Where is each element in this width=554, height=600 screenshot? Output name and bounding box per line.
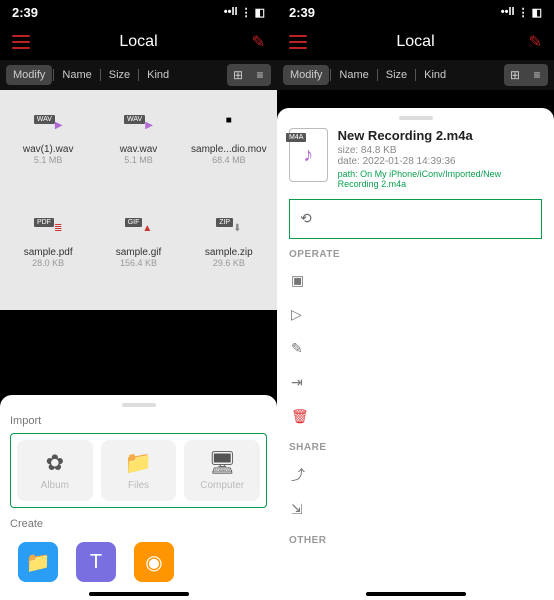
action-move[interactable]: ⇥	[289, 366, 542, 400]
sheet-grabber[interactable]	[122, 403, 156, 407]
file-item[interactable]: GIF▲sample.gif156.4 KB	[96, 203, 180, 300]
edit-icon[interactable]: ✎	[529, 32, 542, 52]
view-toggle[interactable]: ⊞ ≡	[504, 64, 548, 86]
create-text-button[interactable]: T	[76, 542, 116, 582]
view-toggle[interactable]: ⊞ ≡	[227, 64, 271, 86]
action-video[interactable]: ▷	[289, 298, 542, 332]
create-camera-button[interactable]: ◉	[134, 542, 174, 582]
import-label: Import	[10, 415, 267, 427]
file-size: size: 84.8 KB	[338, 145, 542, 156]
import-computer[interactable]: 🖥Computer	[184, 440, 260, 501]
action-rename[interactable]: ✎	[289, 332, 542, 366]
status-indicators: ••ll⋮◧	[501, 6, 542, 19]
sort-modify[interactable]: Modify	[6, 65, 52, 85]
file-date: date: 2022-01-28 14:39:36	[338, 156, 542, 167]
nav-bar: Local ✎	[0, 24, 277, 60]
menu-icon[interactable]	[12, 35, 30, 49]
sort-kind[interactable]: Kind	[417, 65, 453, 85]
file-info: M4A ♪ New Recording 2.m4a size: 84.8 KB …	[289, 128, 542, 189]
home-indicator[interactable]	[366, 592, 466, 596]
share-icon: ⤴	[291, 465, 309, 485]
file-item[interactable]: ZIP⬇sample.zip29.6 KB	[187, 203, 271, 300]
trash-icon: 🗑	[291, 408, 309, 425]
action-play[interactable]: ▣	[289, 264, 542, 298]
play-icon: ▣	[291, 272, 309, 289]
file-grid: WAV▶wav(1).wav5.1 MBWAV▶wav.wav5.1 MB■sa…	[0, 90, 277, 310]
import-files[interactable]: 📁Files	[101, 440, 177, 501]
file-type-icon: M4A ♪	[289, 128, 328, 182]
file-item[interactable]: WAV▶wav.wav5.1 MB	[96, 100, 180, 197]
sort-modify[interactable]: Modify	[283, 65, 329, 85]
action-delete[interactable]: 🗑	[289, 400, 542, 434]
create-row: 📁 T ◉	[10, 536, 267, 588]
file-path: path: On My iPhone/iConv/Imported/New Re…	[338, 169, 542, 189]
export-icon: ⇲	[291, 501, 309, 518]
operate-header: OPERATE	[289, 249, 542, 260]
grid-view-icon[interactable]: ⊞	[227, 64, 249, 86]
list-view-icon[interactable]: ≡	[249, 64, 271, 86]
file-item[interactable]: WAV▶wav(1).wav5.1 MB	[6, 100, 90, 197]
file-name: New Recording 2.m4a	[338, 128, 542, 143]
sort-size[interactable]: Size	[379, 65, 414, 85]
menu-icon[interactable]	[289, 35, 307, 49]
grid-view-icon[interactable]: ⊞	[504, 64, 526, 86]
left-screenshot: 2:39 ••ll⋮◧ Local ✎ Modify Name Size Kin…	[0, 0, 277, 600]
rename-icon: ✎	[291, 340, 309, 357]
share-header: SHARE	[289, 442, 542, 453]
nav-title: Local	[396, 33, 434, 51]
file-item[interactable]: PDF≣sample.pdf28.0 KB	[6, 203, 90, 300]
home-indicator[interactable]	[89, 592, 189, 596]
status-bar: 2:39 ••ll⋮◧	[277, 0, 554, 24]
action-share[interactable]: ⤴	[289, 457, 542, 493]
right-screenshot: 2:39 ••ll⋮◧ Local ✎ Modify Name Size Kin…	[277, 0, 554, 600]
status-indicators: ••ll⋮◧	[224, 6, 265, 19]
filter-bar: Modify Name Size Kind ⊞ ≡	[277, 60, 554, 90]
import-sheet: Import ✿Album📁Files🖥Computer Create 📁 T …	[0, 395, 277, 600]
other-header: OTHER	[289, 535, 542, 546]
nav-bar: Local ✎	[277, 24, 554, 60]
sort-name[interactable]: Name	[332, 65, 375, 85]
status-bar: 2:39 ••ll⋮◧	[0, 0, 277, 24]
edit-icon[interactable]: ✎	[252, 32, 265, 52]
nav-title: Local	[119, 33, 157, 51]
sort-name[interactable]: Name	[55, 65, 98, 85]
video-icon: ▷	[291, 306, 309, 323]
file-item[interactable]: ■sample...dio.mov68.4 MB	[187, 100, 271, 197]
filter-bar: Modify Name Size Kind ⊞ ≡	[0, 60, 277, 90]
sort-size[interactable]: Size	[102, 65, 137, 85]
status-time: 2:39	[289, 5, 315, 20]
sort-kind[interactable]: Kind	[140, 65, 176, 85]
create-folder-button[interactable]: 📁	[18, 542, 58, 582]
import-row: ✿Album📁Files🖥Computer	[10, 433, 267, 508]
list-view-icon[interactable]: ≡	[526, 64, 548, 86]
action-export[interactable]: ⇲	[289, 493, 542, 527]
sheet-grabber[interactable]	[399, 116, 433, 120]
status-time: 2:39	[12, 5, 38, 20]
create-label: Create	[10, 518, 267, 530]
import-album[interactable]: ✿Album	[17, 440, 93, 501]
move-icon: ⇥	[291, 374, 309, 391]
convert-action[interactable]: ⟲	[289, 199, 542, 239]
convert-icon: ⟲	[300, 210, 312, 226]
file-type-badge: M4A	[286, 133, 306, 142]
detail-sheet: M4A ♪ New Recording 2.m4a size: 84.8 KB …	[277, 108, 554, 600]
